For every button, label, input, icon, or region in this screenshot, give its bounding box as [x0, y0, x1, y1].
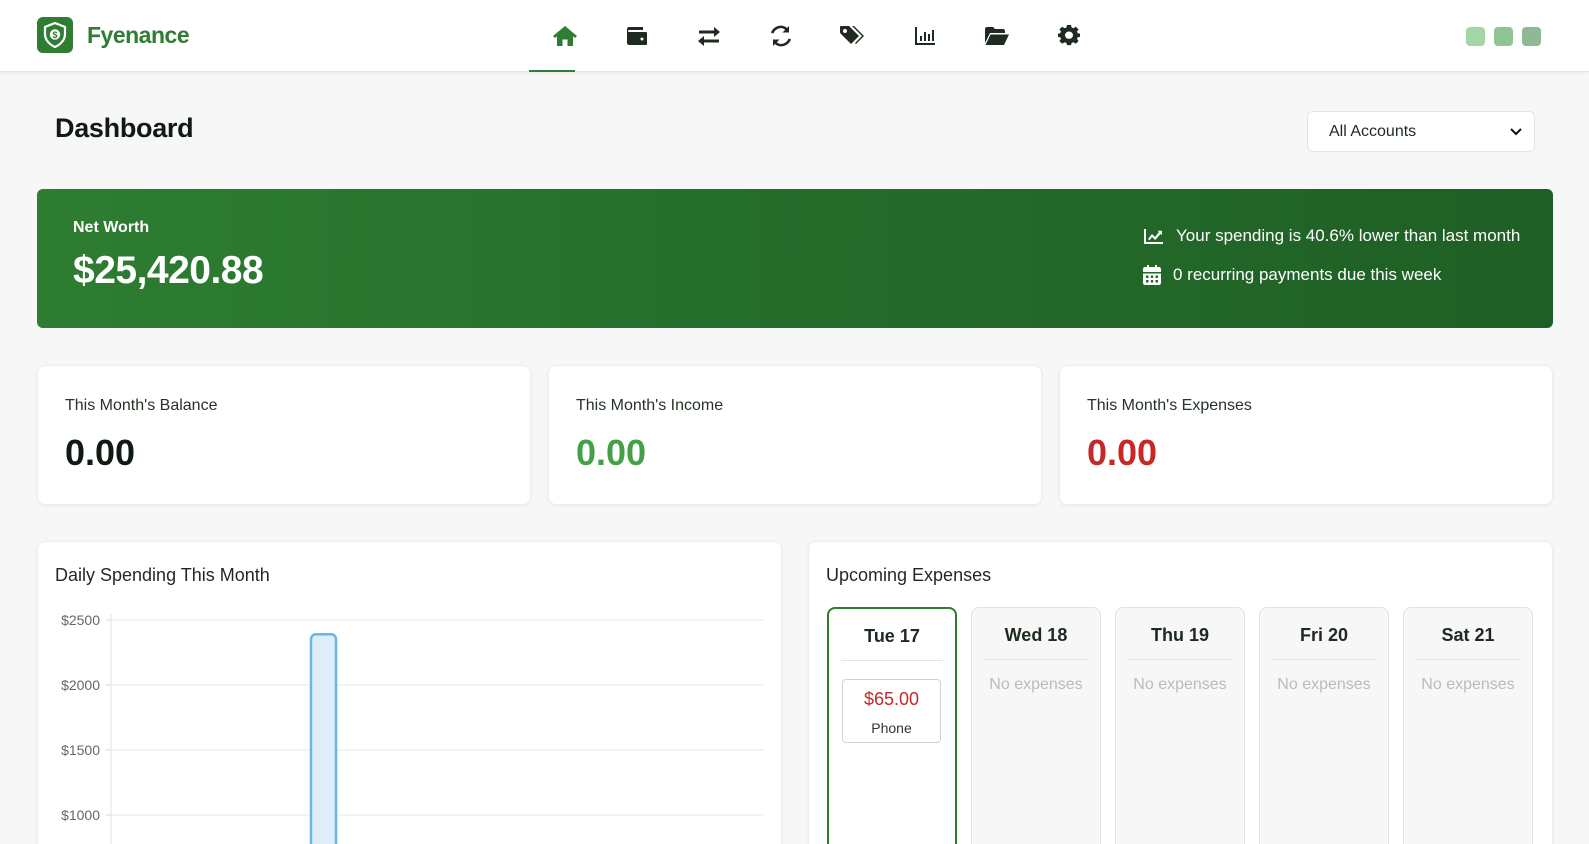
account-select-value: All Accounts — [1329, 122, 1417, 140]
window-dot[interactable] — [1466, 27, 1485, 46]
day-column-sat-21[interactable]: Sat 21 No expenses — [1403, 607, 1533, 844]
trend-chart-icon — [1144, 228, 1163, 244]
top-navbar: $ Fyenance — [0, 0, 1589, 72]
nav-accounts[interactable] — [601, 0, 673, 72]
chart-bar[interactable] — [309, 633, 338, 844]
account-select[interactable]: All Accounts — [1307, 111, 1535, 152]
day-label: Wed 18 — [984, 625, 1088, 660]
app-name: Fyenance — [87, 21, 190, 48]
net-worth-banner: Net Worth $25,420.88 Your spending is 40… — [37, 189, 1553, 328]
balance-card: This Month's Balance 0.00 — [37, 365, 531, 505]
svg-text:$: $ — [52, 30, 57, 40]
gear-icon — [1058, 25, 1080, 46]
income-label: This Month's Income — [576, 397, 724, 414]
bar-chart-icon — [915, 27, 935, 45]
nav-reports[interactable] — [889, 0, 961, 72]
balance-label: This Month's Balance — [65, 397, 218, 414]
daily-spending-chart: $2500 $2000 $1500 $1000 — [61, 612, 763, 844]
upcoming-expenses-title: Upcoming Expenses — [826, 565, 992, 585]
folder-open-icon — [985, 27, 1009, 45]
tags-icon — [840, 26, 864, 44]
window-dot[interactable] — [1494, 27, 1513, 46]
day-label: Tue 17 — [841, 626, 943, 661]
expenses-label: This Month's Expenses — [1087, 397, 1252, 414]
net-worth-label: Net Worth — [73, 219, 150, 236]
expense-item[interactable]: $65.00 Phone — [842, 679, 941, 743]
day-column-wed-18[interactable]: Wed 18 No expenses — [971, 607, 1101, 844]
day-column-fri-20[interactable]: Fri 20 No expenses — [1259, 607, 1389, 844]
y-axis-tick-label: $2500 — [61, 612, 100, 628]
home-icon — [553, 26, 577, 46]
calendar-icon — [1143, 265, 1161, 285]
daily-spending-panel: Daily Spending This Month $2500 $2000 $150… — [37, 541, 782, 844]
nav-transactions[interactable] — [673, 0, 745, 72]
spending-insight: Your spending is 40.6% lower than last m… — [1143, 226, 1520, 246]
expense-amount: $65.00 — [863, 689, 920, 709]
nav-settings[interactable] — [1033, 0, 1105, 72]
net-worth-value: $25,420.88 — [73, 249, 264, 292]
no-expenses-text: No expenses — [1277, 676, 1371, 693]
day-label: Sat 21 — [1416, 625, 1520, 660]
transfer-arrows-icon — [698, 27, 720, 46]
wallet-icon — [627, 27, 647, 45]
recurring-insight-text: 0 recurring payments due this week — [1173, 265, 1442, 284]
income-value: 0.00 — [576, 432, 647, 473]
page-title: Dashboard — [55, 113, 194, 143]
expenses-card: This Month's Expenses 0.00 — [1059, 365, 1553, 505]
y-axis-tick-label: $1500 — [61, 742, 100, 758]
day-column-tue-17[interactable]: Tue 17 $65.00 Phone — [827, 607, 957, 844]
shield-dollar-icon: $ — [37, 17, 73, 53]
recurring-sync-icon — [770, 25, 792, 47]
window-dot[interactable] — [1522, 27, 1541, 46]
expense-name: Phone — [871, 720, 912, 736]
main-nav — [529, 0, 1105, 72]
nav-categories[interactable] — [817, 0, 889, 72]
day-column-thu-19[interactable]: Thu 19 No expenses — [1115, 607, 1245, 844]
expenses-value: 0.00 — [1087, 432, 1158, 473]
day-label: Thu 19 — [1128, 625, 1232, 660]
spending-insight-text: Your spending is 40.6% lower than last m… — [1176, 226, 1521, 245]
window-controls — [1466, 27, 1541, 46]
nav-files[interactable] — [961, 0, 1033, 72]
nav-home[interactable] — [529, 0, 601, 72]
y-axis-tick-label: $1000 — [61, 807, 100, 823]
no-expenses-text: No expenses — [1421, 676, 1515, 693]
app-logo[interactable]: $ Fyenance — [37, 17, 190, 53]
no-expenses-text: No expenses — [989, 676, 1083, 693]
day-label: Fri 20 — [1272, 625, 1376, 660]
no-expenses-text: No expenses — [1133, 676, 1227, 693]
y-axis-tick-label: $2000 — [61, 677, 100, 693]
nav-recurring[interactable] — [745, 0, 817, 72]
chevron-down-icon — [1510, 127, 1522, 135]
recurring-insight: 0 recurring payments due this week — [1143, 265, 1441, 285]
income-card: This Month's Income 0.00 — [548, 365, 1042, 505]
balance-value: 0.00 — [65, 432, 136, 473]
